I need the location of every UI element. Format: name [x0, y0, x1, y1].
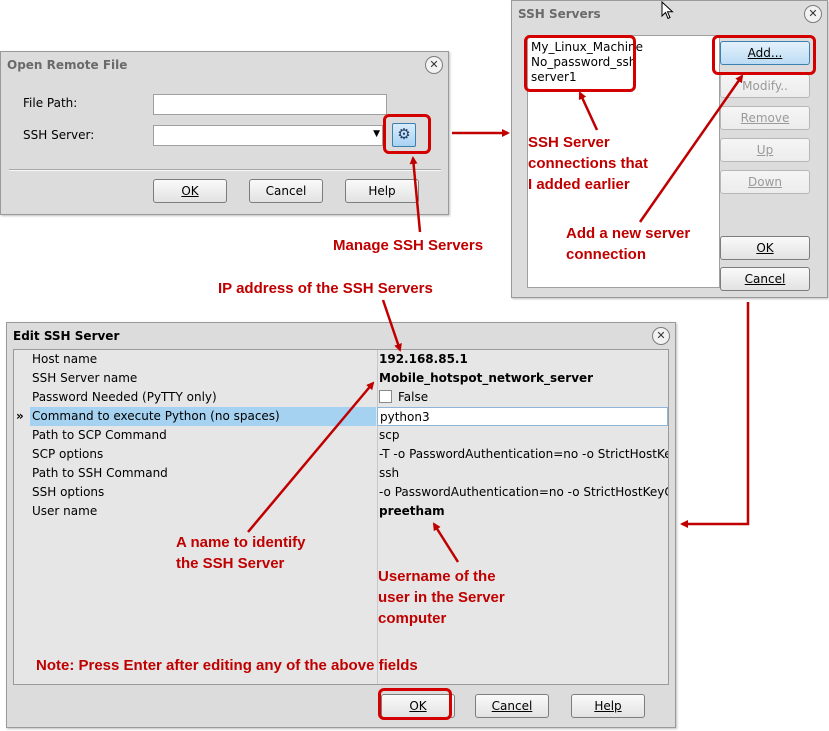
property-name: SSH options [32, 485, 105, 499]
property-value[interactable]: -T -o PasswordAuthentication=no -o Stric… [377, 445, 668, 464]
help-label: Help [594, 699, 622, 713]
table-row[interactable]: Host name 192.168.85.1 [14, 350, 668, 369]
property-name: Path to SCP Command [32, 428, 167, 442]
checkbox-label: False [398, 390, 429, 404]
ok-button[interactable]: OK [720, 236, 810, 260]
annotation-ip: IP address of the SSH Servers [218, 280, 433, 297]
highlight-edit-ok [378, 688, 452, 720]
annotation-line: the SSH Server [176, 555, 285, 572]
help-button[interactable]: Help [345, 179, 419, 203]
up-label: Up [756, 143, 774, 157]
table-row[interactable]: Password Needed (PyTTY only) False [14, 388, 668, 407]
table-row[interactable]: » Command to execute Python (no spaces) py… [14, 407, 668, 426]
ssh-server-label: SSH Server: [23, 128, 95, 142]
property-value[interactable]: ssh [377, 464, 668, 483]
property-name: Host name [32, 352, 98, 366]
remove-button[interactable]: Remove [720, 106, 810, 130]
annotation-username: Username of the user in the Server compu… [378, 566, 505, 629]
cancel-label: Cancel [265, 184, 307, 198]
table-row[interactable]: User name preetham [14, 502, 668, 521]
property-name: Command to execute Python (no spaces) [30, 407, 376, 426]
password-needed-checkbox[interactable] [379, 390, 392, 403]
property-value[interactable]: 192.168.85.1 [377, 350, 668, 369]
property-value[interactable]: python3 [377, 407, 668, 426]
help-label: Help [368, 184, 396, 198]
annotation-line: user in the Server [378, 589, 505, 606]
dropdown-arrow-icon[interactable]: ▼ [373, 129, 380, 139]
property-value[interactable]: -o PasswordAuthentication=no -o StrictHo… [377, 483, 668, 502]
close-icon[interactable]: ✕ [425, 56, 443, 74]
table-row[interactable]: SSH options -o PasswordAuthentication=no … [14, 483, 668, 502]
property-value[interactable]: scp [377, 426, 668, 445]
annotation-line: SSH Server [528, 134, 610, 151]
annotation-note: Note: Press Enter after editing any of t… [36, 657, 418, 674]
cancel-button[interactable]: Cancel [475, 694, 549, 718]
dialog-title: Open Remote File [7, 58, 128, 72]
row-selector-icon: » [16, 409, 24, 423]
annotation-line: Username of the [378, 568, 496, 585]
annotation-line: computer [378, 610, 447, 627]
cancel-button[interactable]: Cancel [720, 267, 810, 291]
highlight-server-list [524, 35, 636, 92]
annotation-line: connections that [528, 155, 649, 172]
property-name: Path to SSH Command [32, 466, 168, 480]
down-label: Down [747, 175, 782, 189]
down-button[interactable]: Down [720, 170, 810, 194]
help-button[interactable]: Help [571, 694, 645, 718]
property-grid: Host name 192.168.85.1 SSH Server name Mobi… [13, 349, 669, 685]
ok-label: OK [756, 241, 774, 255]
ok-label: OK [181, 184, 199, 198]
table-row[interactable]: SSH Server name Mobile_hotspot_network_se… [14, 369, 668, 388]
open-remote-file-dialog: Open Remote File ✕ File Path: SSH Server… [0, 51, 449, 215]
close-icon[interactable]: ✕ [804, 5, 822, 23]
annotation-name-identify: A name to identify the SSH Server [176, 532, 305, 574]
property-name: SCP options [32, 447, 104, 461]
arrow-servers-to-edit [680, 302, 750, 528]
highlight-gear [383, 114, 431, 154]
cancel-button[interactable]: Cancel [249, 179, 323, 203]
annotation-line: Add a new server [566, 225, 691, 242]
mouse-cursor-icon [661, 1, 674, 20]
annotation-manage: Manage SSH Servers [333, 237, 484, 254]
property-value[interactable]: Mobile_hotspot_network_server [377, 369, 668, 388]
property-name: SSH Server name [32, 371, 138, 385]
ok-button[interactable]: OK [153, 179, 227, 203]
annotation-line: I added earlier [528, 176, 630, 193]
ssh-server-select[interactable]: ▼ [153, 125, 383, 146]
cancel-label: Cancel [491, 699, 533, 713]
property-value[interactable]: False [377, 388, 668, 407]
annotation-connections: SSH Server connections that I added earl… [528, 132, 648, 195]
annotation-line: connection [566, 246, 647, 263]
annotation-add-new: Add a new server connection [566, 223, 690, 265]
up-button[interactable]: Up [720, 138, 810, 162]
property-name: User name [32, 504, 98, 518]
modify-label: Modify.. [742, 79, 788, 93]
remove-label: Remove [740, 111, 790, 125]
property-value[interactable]: preetham [377, 502, 668, 521]
highlight-add-button [712, 35, 816, 75]
modify-button[interactable]: Modify.. [720, 74, 810, 98]
close-icon[interactable]: ✕ [652, 327, 670, 345]
file-path-input[interactable] [153, 94, 387, 115]
property-name: Password Needed (PyTTY only) [32, 390, 217, 404]
table-row[interactable]: Path to SSH Command ssh [14, 464, 668, 483]
file-path-label: File Path: [23, 96, 78, 110]
table-row[interactable]: SCP options -T -o PasswordAuthentication=… [14, 445, 668, 464]
separator [9, 169, 441, 171]
annotation-line: A name to identify [176, 534, 306, 551]
dialog-title: Edit SSH Server [13, 329, 120, 343]
table-row[interactable]: Path to SCP Command scp [14, 426, 668, 445]
cancel-label: Cancel [744, 272, 786, 286]
